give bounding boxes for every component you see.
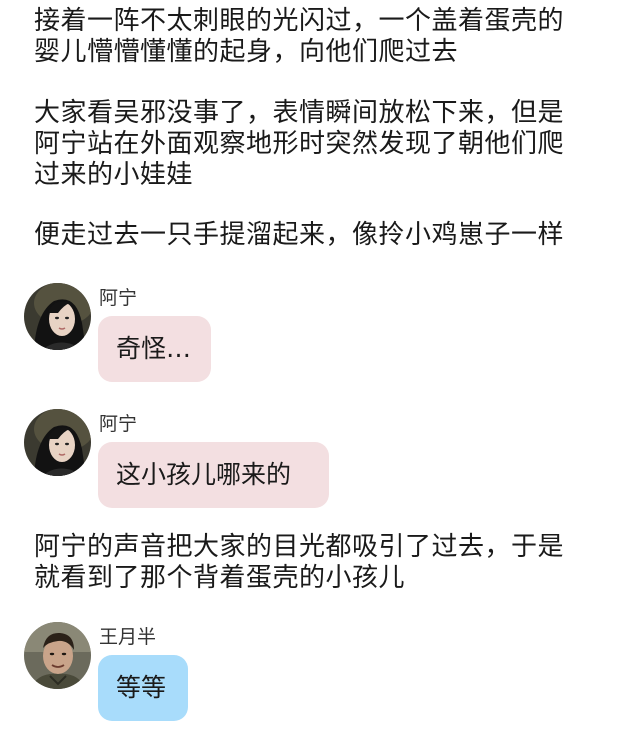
- message-bubble[interactable]: 这小孩儿哪来的: [98, 442, 329, 508]
- man-portrait-avatar[interactable]: [24, 622, 91, 689]
- narration-paragraph-1: 接着一阵不太刺眼的光闪过，一个盖着蛋壳的 婴儿懵懵懂懂的起身，向他们爬过去: [34, 6, 565, 67]
- narration-paragraph-4: 阿宁的声音把大家的目光都吸引了过去，于是 就看到了那个背着蛋壳的小孩儿: [34, 532, 565, 593]
- message-bubble[interactable]: 等等: [98, 655, 188, 721]
- speaker-name: 阿宁: [99, 413, 138, 435]
- speaker-name: 阿宁: [99, 287, 138, 309]
- narration-paragraph-2: 大家看吴邪没事了，表情瞬间放松下来，但是 阿宁站在外面观察地形时突然发现了朝他们…: [34, 98, 565, 190]
- woman-portrait-avatar[interactable]: [24, 409, 91, 476]
- narration-paragraph-3: 便走过去一只手提溜起来，像拎小鸡崽子一样: [34, 220, 565, 250]
- woman-portrait-avatar[interactable]: [24, 283, 91, 350]
- message-bubble[interactable]: 奇怪…: [98, 316, 211, 382]
- speaker-name: 王月半: [99, 626, 157, 648]
